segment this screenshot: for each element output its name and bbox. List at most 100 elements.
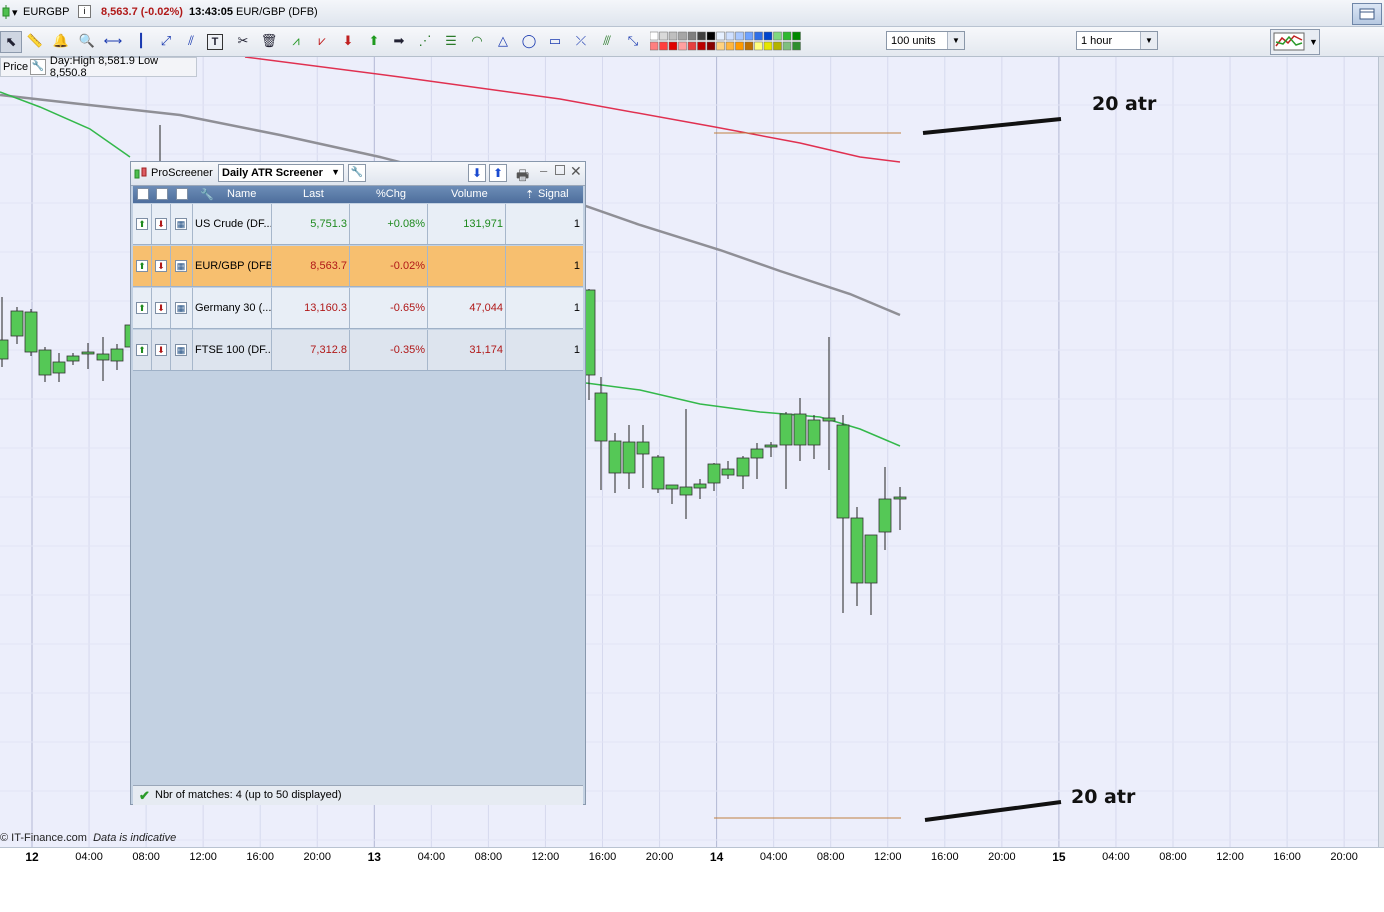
candle-body[interactable] <box>96 353 110 361</box>
candle-body[interactable] <box>836 424 850 519</box>
candle-body[interactable] <box>750 448 764 459</box>
col-volume[interactable]: Volume <box>451 188 488 200</box>
edit-screener-icon[interactable]: 🔧 <box>348 164 366 182</box>
candle-body[interactable] <box>764 444 778 448</box>
row-sell-cell[interactable]: ⬇ <box>152 246 171 286</box>
wrench-icon[interactable]: 🔧 <box>200 188 214 201</box>
row-chart-cell[interactable]: ▦ <box>171 246 193 286</box>
delete-icon[interactable]: 🗑 <box>259 31 279 51</box>
info-icon[interactable]: i <box>78 5 91 18</box>
color-swatch[interactable] <box>678 41 687 51</box>
instrument-dropdown-icon[interactable]: ▾ <box>12 6 18 19</box>
price-scale[interactable] <box>1378 57 1384 847</box>
text-tool-icon[interactable]: T <box>207 34 223 50</box>
candle-body[interactable] <box>707 463 721 484</box>
color-swatch[interactable] <box>706 31 716 41</box>
color-swatch[interactable] <box>763 41 773 51</box>
candle-body[interactable] <box>38 349 52 376</box>
maximize-icon[interactable] <box>555 165 565 175</box>
sell-arrow-icon[interactable]: ⬇ <box>155 302 167 314</box>
color-swatch[interactable] <box>782 41 792 51</box>
units-select[interactable]: 100 units ▼ <box>886 31 965 50</box>
screener-row[interactable]: ⬆ ⬇ ▦ Germany 30 (... 13,160.3 -0.65% 47,044 1 <box>133 288 583 329</box>
window-menu-icon[interactable] <box>1352 3 1382 25</box>
color-swatch[interactable] <box>792 41 801 51</box>
sort-up-icon[interactable]: ⇡ <box>525 188 534 201</box>
candle-body[interactable] <box>679 486 693 496</box>
chart-icon[interactable]: ▦ <box>175 344 187 356</box>
color-swatch[interactable] <box>687 31 697 41</box>
chart-icon[interactable]: ▦ <box>175 218 187 230</box>
col-chg[interactable]: %Chg <box>376 188 406 200</box>
row-chart-cell[interactable]: ▦ <box>171 288 193 328</box>
row-sell-cell[interactable]: ⬇ <box>152 288 171 328</box>
expand-icon[interactable]: + <box>137 188 149 200</box>
color-swatch[interactable] <box>716 31 725 41</box>
candle-body[interactable] <box>665 484 679 490</box>
zigzag-icon[interactable]: ⩗ <box>312 31 332 51</box>
color-palette[interactable] <box>650 31 802 53</box>
candle-body[interactable] <box>636 441 650 455</box>
col-last[interactable]: Last <box>303 188 324 200</box>
row-name[interactable]: EUR/GBP (DFB) <box>193 246 272 286</box>
channel-icon[interactable]: ⤡ <box>623 31 643 51</box>
color-swatch[interactable] <box>725 31 735 41</box>
ellipse-icon[interactable]: ◯ <box>519 31 539 51</box>
candle-body[interactable] <box>81 351 95 355</box>
fib-fan-icon[interactable]: ⋰ <box>415 31 435 51</box>
candle-body[interactable] <box>0 339 9 360</box>
color-swatch[interactable] <box>773 41 782 51</box>
buy-arrow-icon[interactable]: ⬆ <box>136 302 148 314</box>
minimize-icon[interactable]: – <box>540 163 547 178</box>
right-arrow-icon[interactable]: ➡ <box>389 31 409 51</box>
color-swatch[interactable] <box>735 41 744 51</box>
sell-arrow-icon[interactable]: ⬇ <box>338 31 358 51</box>
color-swatch[interactable] <box>773 31 782 41</box>
color-swatch[interactable] <box>687 41 697 51</box>
screener-row[interactable]: ⬆ ⬇ ▦ EUR/GBP (DFB) 8,563.7 -0.02% 1 <box>133 246 583 287</box>
candle-body[interactable] <box>736 457 750 477</box>
row-buy-cell[interactable]: ⬆ <box>133 246 152 286</box>
chart-icon[interactable]: ▦ <box>175 260 187 272</box>
color-swatch[interactable] <box>782 31 792 41</box>
buy-arrow-icon[interactable]: ⬆ <box>364 31 384 51</box>
sell-arrow-icon[interactable]: ⬇ <box>155 218 167 230</box>
col-signal[interactable]: Signal <box>538 188 569 200</box>
segment-icon[interactable]: ⤫ <box>571 31 591 51</box>
row-name[interactable]: Germany 30 (... <box>193 288 272 328</box>
color-swatch[interactable] <box>716 41 725 51</box>
candle-body[interactable] <box>850 517 864 584</box>
color-swatch[interactable] <box>754 41 763 51</box>
color-swatch[interactable] <box>744 41 754 51</box>
candle-body[interactable] <box>622 441 636 474</box>
magnet-icon[interactable]: ✂ <box>233 31 253 51</box>
candle-body[interactable] <box>893 496 907 500</box>
color-swatch[interactable] <box>754 31 763 41</box>
zoom-icon[interactable]: 🔍 <box>77 31 97 51</box>
fibonacci-icon[interactable]: ⩘ <box>286 31 306 51</box>
color-swatch[interactable] <box>659 31 668 41</box>
indicators-button[interactable]: ▼ <box>1270 29 1320 55</box>
row-buy-cell[interactable]: ⬆ <box>133 288 152 328</box>
color-swatch[interactable] <box>735 31 744 41</box>
sell-arrow-icon[interactable]: ⬇ <box>155 344 167 356</box>
row-chart-cell[interactable]: ▦ <box>171 204 193 244</box>
color-swatch[interactable] <box>668 41 678 51</box>
color-swatch[interactable] <box>668 31 678 41</box>
alert-bell-icon[interactable]: 🔔 <box>51 31 71 51</box>
collapse-icon[interactable]: ↓ <box>156 188 168 200</box>
row-name[interactable]: FTSE 100 (DF... <box>193 330 272 370</box>
ruler-icon[interactable]: 📏 <box>25 31 45 51</box>
candle-body[interactable] <box>864 534 878 584</box>
candle-body[interactable] <box>721 468 735 476</box>
candle-body[interactable] <box>693 483 707 489</box>
time-axis[interactable]: 12 04:00 08:00 12:00 16:00 20:00 13 04:00 08:00 1… <box>0 847 1384 866</box>
color-swatch[interactable] <box>706 41 716 51</box>
candle-body[interactable] <box>10 310 24 337</box>
color-swatch[interactable] <box>659 41 668 51</box>
candle-body[interactable] <box>651 456 665 490</box>
rectangle-icon[interactable]: ▭ <box>545 31 565 51</box>
sort-descending-icon[interactable]: ⬇ <box>468 164 486 182</box>
instrument-code[interactable]: EURGBP <box>23 6 69 18</box>
trend-line-icon[interactable]: ⤢ <box>156 31 176 51</box>
